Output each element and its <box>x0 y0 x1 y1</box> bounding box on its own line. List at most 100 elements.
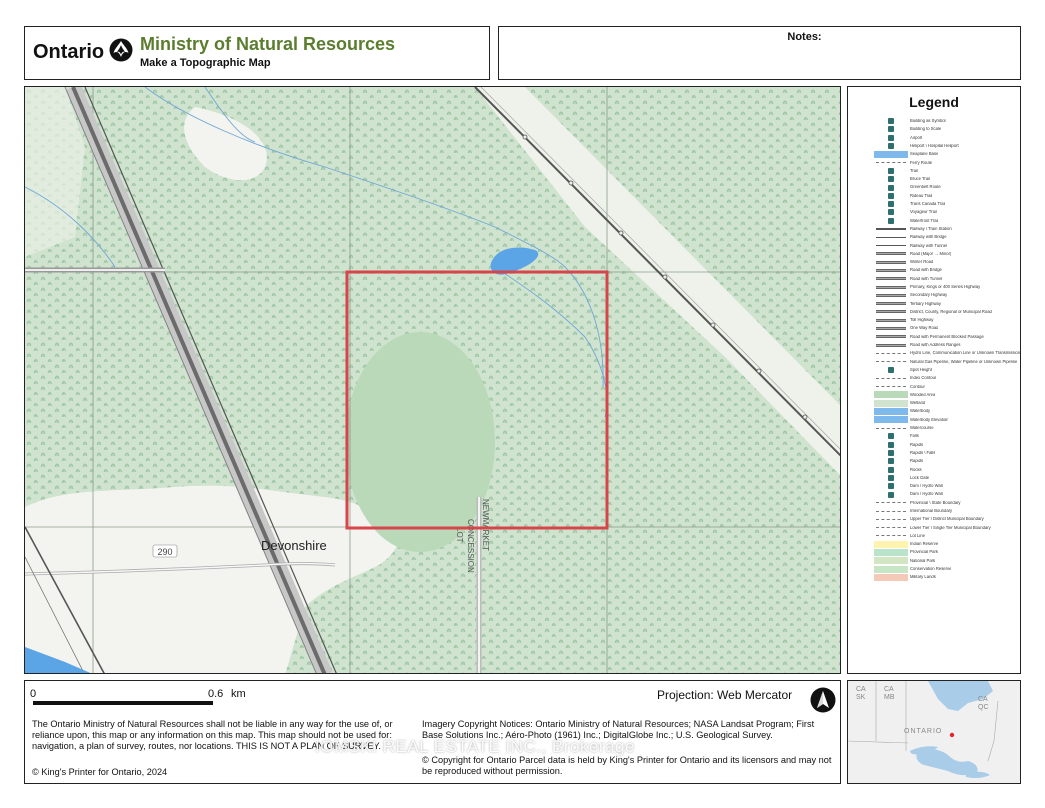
legend-item: Spot Height <box>874 366 1020 374</box>
legend-item: Watercourse <box>874 424 1020 432</box>
lock-gate-icon <box>874 474 908 481</box>
legend-item-label: Dam \ Hydro Wall <box>910 484 943 489</box>
rapids-falls-icon <box>874 450 908 457</box>
legend-item: Toll Highway <box>874 316 1020 324</box>
legend-item-label: Rocks <box>910 467 922 472</box>
location-marker <box>949 732 955 738</box>
map-panel[interactable]: 290 LOT CONCESSION NEWMARKET Devonshire <box>24 86 841 674</box>
legend-item-label: Lot Line <box>910 533 925 538</box>
legend-item: Building as Symbol <box>874 117 1020 125</box>
kings-printer-copyright: © King's Printer for Ontario, 2024 <box>32 767 168 777</box>
legend-item: International Boundary <box>874 507 1020 515</box>
legend-item: Seaplane Base <box>874 150 1020 158</box>
legend-item-label: Indian Reserve <box>910 542 939 547</box>
legend-item-label: Railway with Bridge <box>910 235 947 240</box>
legend-item: Lock Gate <box>874 474 1020 482</box>
legend-item: Waterfront Trail <box>874 217 1020 225</box>
legend-item: Greenbelt Route <box>874 183 1020 191</box>
notes-panel[interactable]: Notes: <box>498 26 1021 80</box>
legend-item-label: Provincial \ State Boundary <box>910 500 961 505</box>
legend-item-label: Road with Tunnel <box>910 276 943 281</box>
legend-item: Military Lands <box>874 573 1020 581</box>
legend-item-label: Road (Major → Minor) <box>910 251 952 256</box>
inset-label-sk: CA SK <box>856 686 866 701</box>
legend-item: Index Contour <box>874 374 1020 382</box>
legend-item-label: Road with Address Ranges <box>910 343 961 348</box>
footer-panel: 0 0.6 km Projection: Web Mercator The On… <box>24 680 841 784</box>
legend-item: Natural Gas Pipeline, Water Pipeline or … <box>874 358 1020 366</box>
parcel-copyright: © Copyright for Ontario Parcel data is h… <box>422 755 832 776</box>
legend-list: Building as Symbol Building to Scale Airpo… <box>874 117 1020 582</box>
brokerage-watermark: IOMSKI REAL ESTATE INC., Brokerage <box>315 737 635 756</box>
legend-item-label: Greenbelt Route <box>910 185 941 190</box>
ministry-title: Ministry of Natural Resources <box>140 34 396 54</box>
legend-item: Bruce Trail <box>874 175 1020 183</box>
legend-item: Primary, Kings or 400 Series Highway <box>874 283 1020 291</box>
road-number-290: 290 <box>157 547 172 557</box>
legend-title: Legend <box>909 94 959 110</box>
legend-item: Waterbody Elevation <box>874 416 1020 424</box>
legend-item-label: Secondary Highway <box>910 293 948 298</box>
ontario-wordmark: Ontario <box>33 41 105 63</box>
railway-bridge-icon <box>874 234 908 241</box>
legend-item: Rideau Trail <box>874 192 1020 200</box>
legend-item-label: Spot Height <box>910 367 932 372</box>
legend-item: Upper Tier \ District Municipal Boundary <box>874 515 1020 523</box>
inset-locator-map: CA SK CA MB CA QC ONTARIO <box>847 680 1021 784</box>
ontario-trillium-icon <box>109 38 133 62</box>
legend-item-label: Voyageur Trail <box>910 210 937 215</box>
legend-item: Contour <box>874 383 1020 391</box>
inset-label-ontario: ONTARIO <box>904 728 942 735</box>
legend-item-label: Seaplane Base <box>910 152 939 157</box>
intl-boundary-icon <box>874 508 908 515</box>
falls-icon <box>874 433 908 440</box>
building-scale-icon <box>874 126 908 133</box>
inset-qc-line1: CA <box>978 696 988 703</box>
legend-item-label: Railway with Tunnel <box>910 243 948 248</box>
legend-item-label: One Way Road <box>910 326 939 331</box>
legend-item-label: Primary, Kings or 400 Series Highway <box>910 284 981 289</box>
legend-item: Provincial Park <box>874 548 1020 557</box>
pipeline-icon <box>874 358 908 365</box>
nat-park-icon <box>874 557 908 565</box>
seaplane-icon <box>874 150 908 158</box>
legend-item-label: Road with Permanent Blocked Passage <box>910 334 984 339</box>
legend-panel: Legend Building as Symbol Building to Sca… <box>847 86 1021 674</box>
hydro-line-icon <box>874 350 908 357</box>
dam-icon <box>874 483 908 490</box>
military-icon <box>874 573 908 581</box>
legend-item-label: Wetland <box>910 401 926 406</box>
primary-hwy-icon <box>874 284 908 291</box>
legend-item: Road with Tunnel <box>874 275 1020 283</box>
rapids-icon <box>874 441 908 448</box>
legend-item: Winter Road <box>874 258 1020 266</box>
legend-item-label: District, County, Regional or Municipal … <box>910 309 992 314</box>
legend-item: District, County, Regional or Municipal … <box>874 308 1020 316</box>
north-arrow-icon <box>810 687 836 713</box>
secondary-hwy-icon <box>874 292 908 299</box>
legend-item-label: Lock Gate <box>910 475 930 480</box>
trans-canada-icon <box>874 201 908 208</box>
voyageur-icon <box>874 209 908 216</box>
lot-line-icon <box>874 532 908 539</box>
legend-item-label: Hydro Line, Communication Line or Unknow… <box>910 351 1020 356</box>
legend-item-label: Winter Road <box>910 260 934 265</box>
map-subtitle: Make a Topographic Map <box>140 57 271 69</box>
inset-mb-line2: MB <box>884 694 895 701</box>
indian-reserve-icon <box>874 540 908 548</box>
one-way-icon <box>874 325 908 332</box>
legend-item: Provincial \ State Boundary <box>874 499 1020 507</box>
bruce-trail-icon <box>874 176 908 183</box>
legend-item: Indian Reserve <box>874 540 1020 548</box>
legend-item-label: Falls <box>910 434 919 439</box>
watercourse-icon <box>874 425 908 432</box>
legend-item-label: Bruce Trail <box>910 177 931 182</box>
railway-tunnel-icon <box>874 242 908 249</box>
legend-item-label: Natural Gas Pipeline, Water Pipeline or … <box>910 359 1018 364</box>
legend-item-label: Rapids <box>910 459 924 464</box>
legend-item: Voyageur Trail <box>874 208 1020 216</box>
topographic-map[interactable]: 290 LOT CONCESSION NEWMARKET Devonshire <box>25 87 841 674</box>
legend-item: Hydro Line, Communication Line or Unknow… <box>874 349 1020 357</box>
toll-hwy-icon <box>874 317 908 324</box>
legend-item-label: Index Contour <box>910 376 937 381</box>
